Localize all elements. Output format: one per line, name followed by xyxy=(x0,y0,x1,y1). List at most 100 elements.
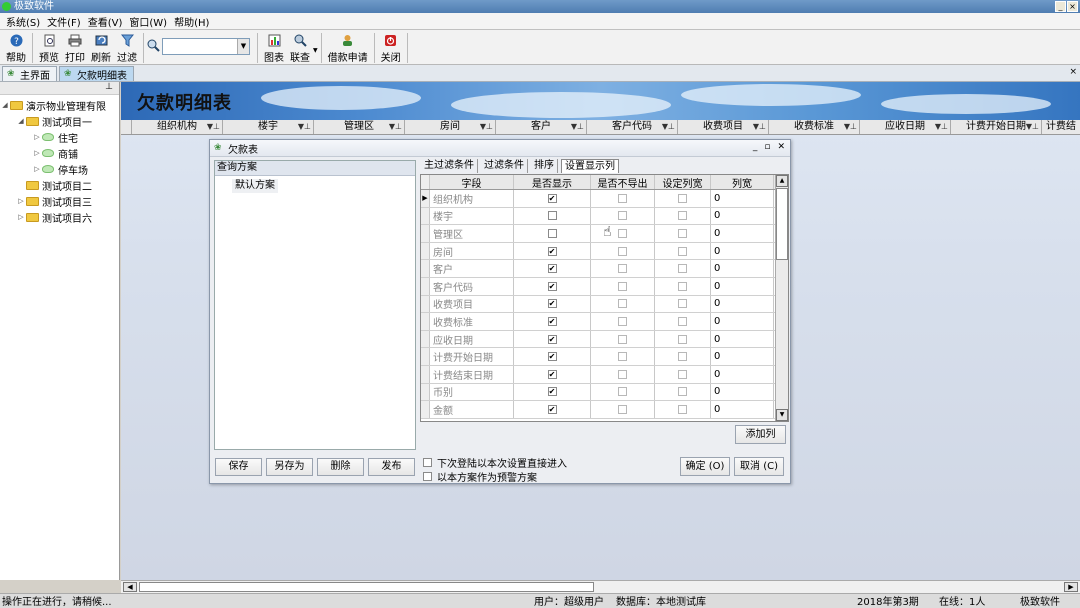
maximize-icon[interactable]: ▫ xyxy=(764,142,770,152)
show-checkbox[interactable]: ✔ xyxy=(547,281,557,291)
filter-pin-icon[interactable]: ▼⊥ xyxy=(844,120,857,134)
refresh-button[interactable]: 刷新 xyxy=(91,33,111,64)
set-width-checkbox[interactable] xyxy=(678,369,687,379)
column-fee-item[interactable]: 收费项目 ▼⊥ xyxy=(678,120,769,134)
grid-vertical-scrollbar[interactable]: ▲ ▼ xyxy=(775,175,788,421)
help-button[interactable]: ? 帮助 xyxy=(6,33,26,64)
tree-node-root[interactable]: ◢ 演示物业管理有限 xyxy=(0,97,119,113)
expand-icon[interactable]: ▷ xyxy=(16,197,26,205)
column-org[interactable]: 组织机构 ▼⊥ xyxy=(132,120,223,134)
show-checkbox[interactable]: ✔ xyxy=(547,299,557,309)
checkbox[interactable] xyxy=(423,472,432,481)
noexport-checkbox[interactable] xyxy=(618,299,627,309)
tree-node-project-2[interactable]: 测试项目二 xyxy=(0,177,119,193)
tree-node-shops[interactable]: ▷ 商铺 xyxy=(0,145,119,161)
noexport-checkbox[interactable] xyxy=(618,387,627,397)
column-width-cell[interactable]: 0 xyxy=(711,330,774,348)
noexport-checkbox[interactable] xyxy=(618,369,627,379)
column-width-cell[interactable]: 0 xyxy=(711,348,774,365)
tab-filter[interactable]: 过滤条件 xyxy=(481,159,528,173)
print-button[interactable]: 打印 xyxy=(65,33,85,64)
pin-icon[interactable]: ⊥ xyxy=(0,82,119,95)
scheme-item-default[interactable]: 默认方案 xyxy=(232,179,278,193)
column-fee-standard[interactable]: 收费标准 ▼⊥ xyxy=(769,120,860,134)
show-checkbox[interactable]: ✔ xyxy=(547,334,557,344)
column-width-cell[interactable]: 0 xyxy=(711,277,774,295)
filter-pin-icon[interactable]: ▼⊥ xyxy=(480,120,493,134)
grid-row[interactable]: 客户代码 ✔ 0 xyxy=(421,277,788,296)
noexport-checkbox[interactable] xyxy=(618,193,627,203)
close-window-button[interactable]: × xyxy=(1067,1,1078,12)
tab-sort[interactable]: 排序 xyxy=(531,159,558,173)
filter-pin-icon[interactable]: ▼⊥ xyxy=(389,120,402,134)
column-customer[interactable]: 客户 ▼⊥ xyxy=(496,120,587,134)
column-customer-code[interactable]: 客户代码 ▼⊥ xyxy=(587,120,678,134)
grid-row[interactable]: 币别 ✔ 0 xyxy=(421,383,788,402)
close-icon[interactable]: ✕ xyxy=(777,142,785,152)
tab-main-filter[interactable]: 主过滤条件 xyxy=(421,159,478,173)
expand-icon[interactable]: ▷ xyxy=(32,133,42,141)
tab-main[interactable]: ❀ 主界面 xyxy=(2,66,57,82)
grid-row[interactable]: ▶ 组织机构 ✔ 0 xyxy=(421,190,788,208)
link-dropdown-icon[interactable]: ▼ xyxy=(313,47,318,54)
show-checkbox[interactable]: ✔ xyxy=(547,316,557,326)
filter-button[interactable]: 过滤 xyxy=(117,33,137,64)
save-button[interactable]: 保存 xyxy=(215,458,262,476)
scroll-down-icon[interactable]: ▼ xyxy=(776,409,788,421)
noexport-checkbox[interactable] xyxy=(618,404,627,414)
noexport-checkbox[interactable] xyxy=(618,281,627,291)
filter-pin-icon[interactable]: ▼⊥ xyxy=(571,120,584,134)
expand-icon[interactable]: ▷ xyxy=(16,213,26,221)
column-width-cell[interactable]: 0 xyxy=(711,260,774,277)
noexport-checkbox[interactable] xyxy=(618,211,627,221)
grid-row[interactable]: 应收日期 ✔ 0 xyxy=(421,330,788,349)
tree-node-project-1[interactable]: ◢ 测试项目一 xyxy=(0,113,119,129)
noexport-checkbox[interactable] xyxy=(618,228,627,238)
scroll-thumb[interactable] xyxy=(139,582,594,592)
column-width-cell[interactable]: 0 xyxy=(711,365,774,383)
show-checkbox[interactable]: ✔ xyxy=(547,404,557,414)
grid-row[interactable]: 金额 ✔ 0 xyxy=(421,401,788,419)
tree-node-project-6[interactable]: ▷ 测试项目六 xyxy=(0,209,119,225)
show-checkbox[interactable] xyxy=(547,228,557,238)
show-checkbox[interactable]: ✔ xyxy=(547,352,557,362)
filter-pin-icon[interactable]: ▼⊥ xyxy=(662,120,675,134)
option-alert-scheme[interactable]: 以本方案作为预警方案 xyxy=(423,469,537,484)
scroll-left-icon[interactable]: ◀ xyxy=(123,582,137,592)
close-tab-icon[interactable]: × xyxy=(1069,67,1077,77)
filter-pin-icon[interactable]: ▼⊥ xyxy=(935,120,948,134)
grid-row[interactable]: 收费项目 ✔ 0 xyxy=(421,295,788,314)
set-width-checkbox[interactable] xyxy=(678,246,687,256)
set-width-checkbox[interactable] xyxy=(678,387,687,397)
set-width-checkbox[interactable] xyxy=(678,228,687,238)
noexport-checkbox[interactable] xyxy=(618,316,627,326)
tree-node-parking[interactable]: ▷ 停车场 xyxy=(0,161,119,177)
show-checkbox[interactable] xyxy=(547,211,557,221)
menu-help[interactable]: 帮助(H) xyxy=(174,14,209,29)
set-width-checkbox[interactable] xyxy=(678,316,687,326)
menu-window[interactable]: 窗口(W) xyxy=(129,14,167,29)
cancel-button[interactable]: 取消 (C) xyxy=(734,457,784,476)
set-width-checkbox[interactable] xyxy=(678,352,687,362)
close-button[interactable]: 关闭 xyxy=(381,33,401,64)
chart-button[interactable]: 图表 xyxy=(264,33,284,64)
minimize-icon[interactable]: _ xyxy=(753,142,758,152)
noexport-checkbox[interactable] xyxy=(618,352,627,362)
show-checkbox[interactable]: ✔ xyxy=(547,264,557,274)
set-width-checkbox[interactable] xyxy=(678,264,687,274)
grid-row[interactable]: 计费结束日期 ✔ 0 xyxy=(421,365,788,384)
filter-pin-icon[interactable]: ▼⊥ xyxy=(207,120,220,134)
noexport-checkbox[interactable] xyxy=(618,264,627,274)
noexport-checkbox[interactable] xyxy=(618,246,627,256)
grid-row[interactable]: 房间 ✔ 0 xyxy=(421,242,788,261)
set-width-checkbox[interactable] xyxy=(678,211,687,221)
set-width-checkbox[interactable] xyxy=(678,281,687,291)
delete-button[interactable]: 删除 xyxy=(317,458,364,476)
column-district[interactable]: 管理区 ▼⊥ xyxy=(314,120,405,134)
filter-pin-icon[interactable]: ▼⊥ xyxy=(753,120,766,134)
column-width-cell[interactable]: 0 xyxy=(711,225,774,242)
expand-icon[interactable]: ▷ xyxy=(32,149,42,157)
tab-display-columns[interactable]: 设置显示列 xyxy=(561,159,619,173)
chevron-down-icon[interactable]: ▼ xyxy=(237,39,249,54)
set-width-checkbox[interactable] xyxy=(678,299,687,309)
